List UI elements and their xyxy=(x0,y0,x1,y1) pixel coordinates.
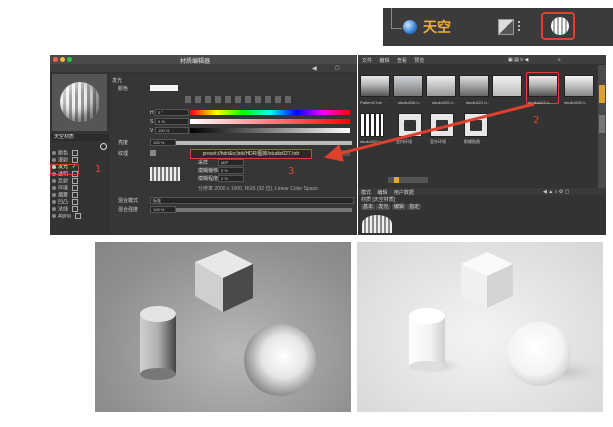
sphere xyxy=(507,322,571,386)
cylinder-body xyxy=(140,314,176,374)
sphere xyxy=(244,324,316,396)
render-after xyxy=(357,242,603,412)
cylinder-bottom xyxy=(409,361,445,371)
cylinder-top xyxy=(140,306,176,322)
render-before xyxy=(95,242,351,412)
cylinder-bottom xyxy=(140,368,176,380)
render-scene-dark xyxy=(140,250,316,396)
annotation-arrow xyxy=(324,102,535,162)
render-scene-light xyxy=(407,252,603,386)
cylinder-top xyxy=(409,308,445,324)
